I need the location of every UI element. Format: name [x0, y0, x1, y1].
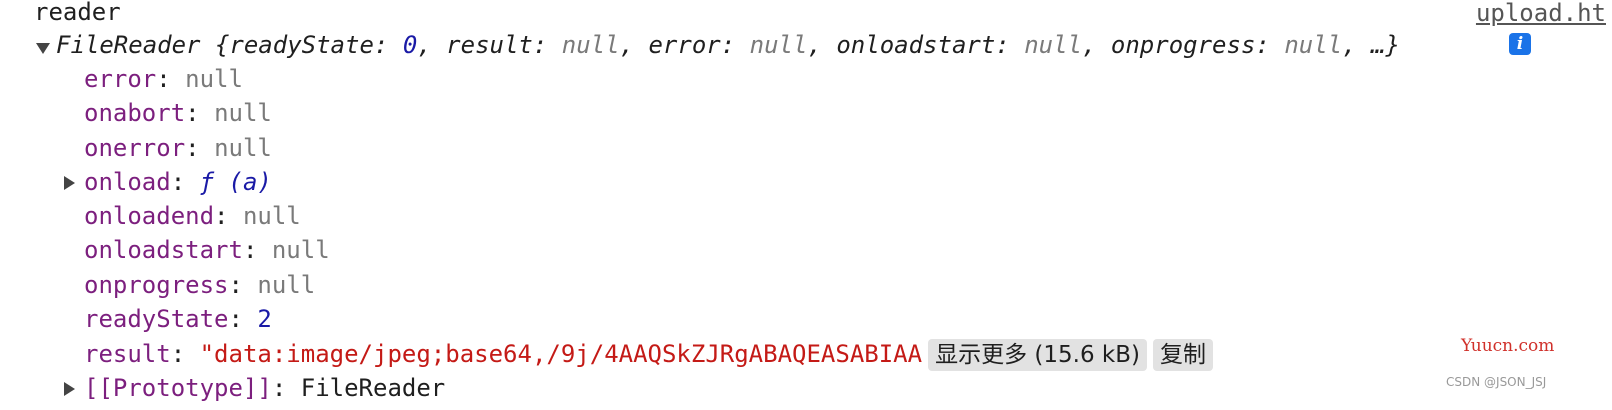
- property-onprogress: onprogress: null: [84, 271, 316, 299]
- summary-prop-value: null: [749, 31, 808, 59]
- class-name: FileReader: [56, 31, 201, 59]
- property-onloadend: onloadend: null: [84, 202, 301, 230]
- summary-prop-key: result: [446, 31, 533, 59]
- source-link[interactable]: upload.ht: [1476, 0, 1606, 28]
- variable-name: reader: [34, 0, 121, 26]
- collapsed-triangle-icon[interactable]: [64, 382, 75, 396]
- object-summary: FileReader {readyState: 0, result: null,…: [56, 31, 1400, 59]
- property-error: error: null: [84, 65, 243, 93]
- summary-prop-value: null: [1024, 31, 1082, 59]
- summary-prop-key: error: [648, 31, 721, 59]
- summary-prop-key: onprogress: [1110, 31, 1256, 59]
- property-readystate: readyState: 2: [84, 305, 272, 333]
- property-onabort: onabort: null: [84, 99, 272, 127]
- expand-triangle-icon[interactable]: [36, 43, 50, 54]
- summary-prop-key: onloadstart: [836, 31, 996, 59]
- property-result: result: "data:image/jpeg;base64,/9j/4AAQ…: [84, 337, 1213, 372]
- summary-props: readyState: 0, result: null, error: null…: [229, 31, 1343, 59]
- copy-button[interactable]: 复制: [1152, 339, 1213, 371]
- summary-prop-key: readyState: [229, 31, 374, 59]
- summary-prop-value: null: [1284, 31, 1343, 59]
- property-onloadstart: onloadstart: null: [84, 236, 330, 264]
- summary-prop-value: 0: [402, 31, 418, 59]
- show-more-button[interactable]: 显示更多 (15.6 kB): [928, 339, 1147, 371]
- watermark-site: Yuucn.com: [1461, 336, 1555, 356]
- property-onerror: onerror: null: [84, 134, 272, 162]
- collapsed-triangle-icon[interactable]: [64, 176, 75, 190]
- info-icon[interactable]: i: [1509, 33, 1531, 55]
- watermark-author: CSDN @JSON_JSJ: [1446, 375, 1547, 389]
- console-log-label: reader: [34, 0, 121, 30]
- summary-prop-value: null: [561, 31, 620, 59]
